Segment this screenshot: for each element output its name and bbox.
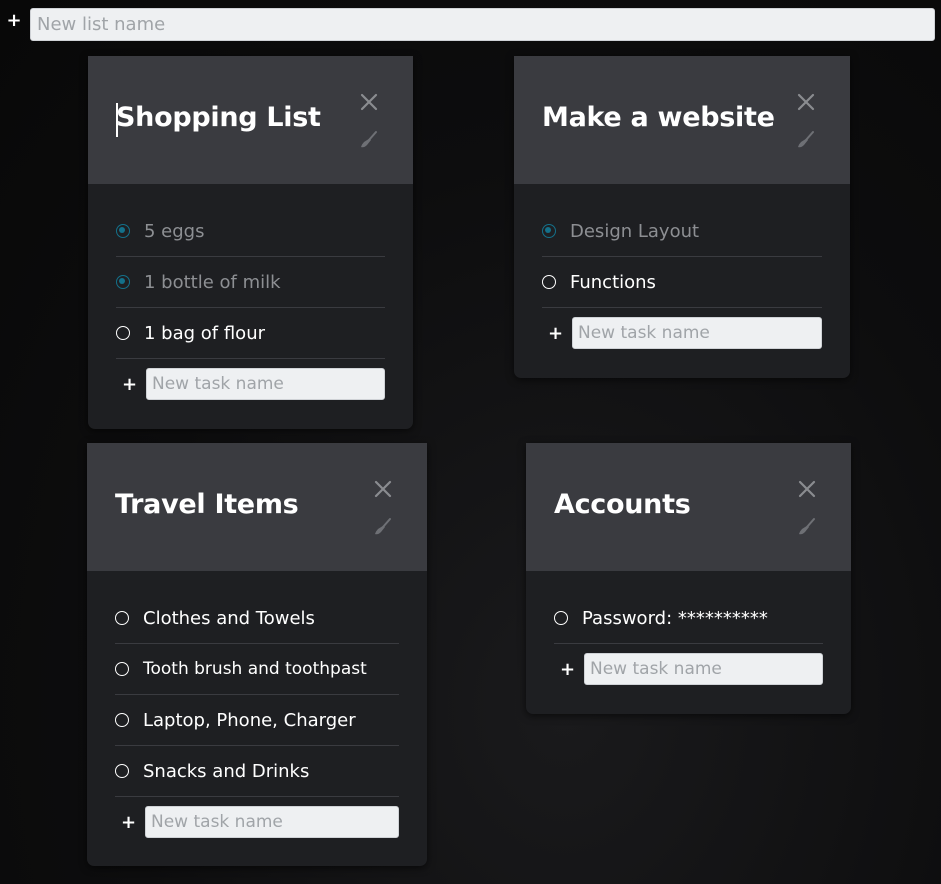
task-label: Snacks and Drinks bbox=[143, 760, 310, 782]
task-label: 1 bag of flour bbox=[144, 322, 266, 344]
new-task-input[interactable] bbox=[572, 317, 822, 349]
task-checkbox[interactable] bbox=[115, 764, 129, 778]
task-checkbox[interactable] bbox=[115, 713, 129, 727]
add-task-row: + bbox=[116, 359, 385, 409]
list-card-header: Shopping List bbox=[88, 56, 413, 184]
list-card-accounts: Accounts Password: ********** + bbox=[526, 443, 851, 714]
add-task-row: + bbox=[554, 644, 823, 694]
new-task-input[interactable] bbox=[145, 806, 399, 838]
task-item[interactable]: 1 bottle of milk bbox=[116, 257, 385, 308]
close-icon[interactable] bbox=[359, 92, 379, 112]
task-item[interactable]: Laptop, Phone, Charger bbox=[115, 695, 399, 746]
plus-icon[interactable]: + bbox=[548, 323, 563, 344]
broom-icon[interactable] bbox=[797, 517, 817, 537]
task-list: Design Layout Functions + bbox=[514, 184, 850, 358]
add-task-row: + bbox=[542, 308, 822, 358]
task-list: Password: ********** + bbox=[526, 571, 851, 694]
broom-icon[interactable] bbox=[796, 130, 816, 150]
task-checkbox[interactable] bbox=[115, 611, 129, 625]
new-task-input[interactable] bbox=[584, 653, 823, 685]
list-card-header: Accounts bbox=[526, 443, 851, 571]
task-item[interactable]: 1 bag of flour bbox=[116, 308, 385, 359]
task-item[interactable]: Design Layout bbox=[542, 206, 822, 257]
task-label: Clothes and Towels bbox=[143, 607, 315, 629]
task-label: 5 eggs bbox=[144, 220, 205, 242]
new-task-input[interactable] bbox=[146, 368, 385, 400]
task-item[interactable]: Tooth brush and toothpast bbox=[115, 644, 399, 695]
list-title[interactable]: Make a website bbox=[542, 102, 775, 133]
task-item[interactable]: Password: ********** bbox=[554, 593, 823, 644]
plus-icon[interactable]: + bbox=[121, 812, 136, 833]
task-label: Design Layout bbox=[570, 220, 700, 242]
task-item[interactable]: Functions bbox=[542, 257, 822, 308]
list-title[interactable]: Accounts bbox=[554, 489, 691, 520]
plus-icon[interactable]: + bbox=[6, 12, 22, 30]
task-checkbox[interactable] bbox=[115, 662, 129, 676]
plus-icon[interactable]: + bbox=[560, 659, 575, 680]
list-card-website: Make a website Design Layout Functions + bbox=[514, 56, 850, 378]
task-checkbox[interactable] bbox=[116, 224, 130, 238]
close-icon[interactable] bbox=[797, 479, 817, 499]
text-cursor bbox=[116, 103, 118, 137]
list-card-shopping: Shopping List 5 eggs 1 bottle of milk 1 … bbox=[88, 56, 413, 429]
task-label: Password: ********** bbox=[582, 607, 768, 629]
broom-icon[interactable] bbox=[359, 130, 379, 150]
plus-icon[interactable]: + bbox=[122, 374, 137, 395]
task-label: Functions bbox=[570, 271, 656, 293]
new-list-bar: + bbox=[0, 0, 941, 46]
task-checkbox[interactable] bbox=[542, 224, 556, 238]
task-item[interactable]: Snacks and Drinks bbox=[115, 746, 399, 797]
task-label: 1 bottle of milk bbox=[144, 271, 281, 293]
task-label: Tooth brush and toothpast bbox=[143, 659, 367, 679]
list-title[interactable]: Shopping List bbox=[116, 102, 321, 133]
list-card-header: Make a website bbox=[514, 56, 850, 184]
task-checkbox[interactable] bbox=[116, 275, 130, 289]
new-list-input[interactable] bbox=[30, 8, 935, 41]
task-list: 5 eggs 1 bottle of milk 1 bag of flour + bbox=[88, 184, 413, 409]
task-item[interactable]: Clothes and Towels bbox=[115, 593, 399, 644]
task-list: Clothes and Towels Tooth brush and tooth… bbox=[87, 571, 427, 847]
close-icon[interactable] bbox=[373, 479, 393, 499]
list-title[interactable]: Travel Items bbox=[115, 489, 299, 520]
task-checkbox[interactable] bbox=[542, 275, 556, 289]
task-item[interactable]: 5 eggs bbox=[116, 206, 385, 257]
task-label: Laptop, Phone, Charger bbox=[143, 709, 356, 731]
task-checkbox[interactable] bbox=[554, 611, 568, 625]
task-checkbox[interactable] bbox=[116, 326, 130, 340]
broom-icon[interactable] bbox=[373, 517, 393, 537]
list-card-header: Travel Items bbox=[87, 443, 427, 571]
add-task-row: + bbox=[115, 797, 399, 847]
list-card-travel: Travel Items Clothes and Towels Tooth br… bbox=[87, 443, 427, 866]
close-icon[interactable] bbox=[796, 92, 816, 112]
